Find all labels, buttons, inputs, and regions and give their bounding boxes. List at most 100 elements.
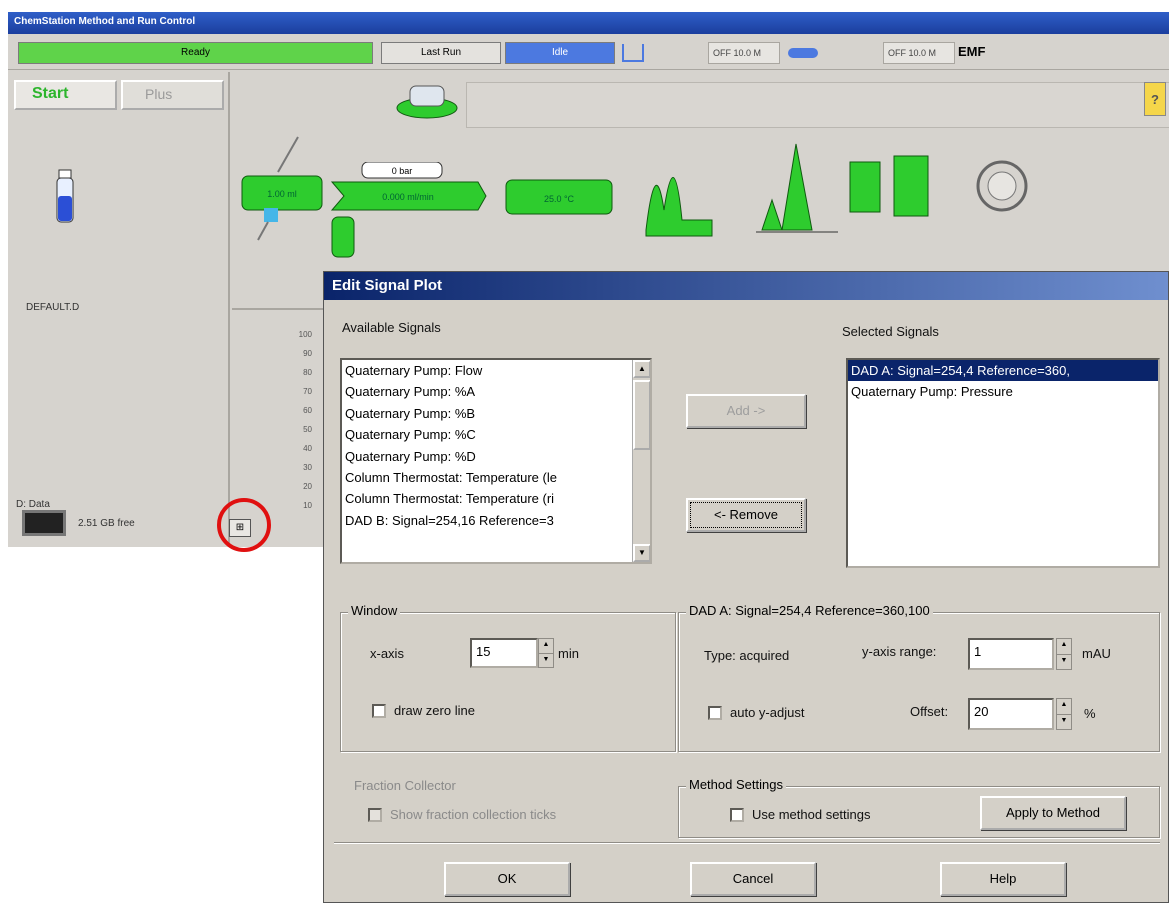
- plot-tick: 80: [303, 368, 312, 377]
- glp-icon[interactable]: [974, 158, 1030, 214]
- spin-down-icon[interactable]: ▼: [539, 654, 553, 668]
- list-item[interactable]: Column Thermostat: Temperature (le: [342, 467, 650, 488]
- offset-input[interactable]: 20: [968, 698, 1054, 730]
- spin-up-icon[interactable]: ▲: [1057, 699, 1071, 715]
- list-item[interactable]: Quaternary Pump: Pressure: [848, 381, 1158, 402]
- spin-up-icon[interactable]: ▲: [1057, 639, 1071, 655]
- dialog-separator: [334, 842, 1160, 844]
- list-item[interactable]: Quaternary Pump: %A: [342, 381, 650, 402]
- run-status: Idle: [505, 42, 615, 64]
- plot-tick: 60: [303, 406, 312, 415]
- last-run-button[interactable]: Last Run: [381, 42, 501, 64]
- type-label: Type: acquired: [704, 648, 790, 663]
- tab-plus[interactable]: Plus: [121, 80, 224, 110]
- scroll-up-icon[interactable]: ▲: [633, 360, 650, 378]
- fraction-ticks-checkbox[interactable]: [368, 808, 382, 822]
- spin-up-icon[interactable]: ▲: [539, 639, 553, 654]
- ready-status: Ready: [18, 42, 373, 64]
- plot-y-axis: 100 90 80 70 60 50 40 30 20 10: [282, 330, 312, 520]
- disk-free-text: 2.51 GB free: [78, 518, 135, 529]
- use-method-checkbox[interactable]: [730, 808, 744, 822]
- detector-icon[interactable]: [642, 150, 742, 250]
- highlight-circle: [217, 498, 271, 552]
- left-panel: Start Plus DEFAULT.D D: Data 2.51 GB fre…: [8, 72, 230, 547]
- pump-icon[interactable]: 1.00 ml: [238, 132, 328, 242]
- column-icon[interactable]: 25.0 °C: [502, 172, 622, 232]
- list-item-selected[interactable]: DAD A: Signal=254,4 Reference=360,: [848, 360, 1158, 382]
- available-signals-list[interactable]: Quaternary Pump: Flow Quaternary Pump: %…: [340, 358, 652, 564]
- spin-down-icon[interactable]: ▼: [1057, 715, 1071, 730]
- module-a-status: OFF 10.0 M: [708, 42, 780, 64]
- draw-zero-line-label: draw zero line: [394, 703, 475, 718]
- sampler-status-box: [466, 82, 1169, 128]
- status-bar: Ready Last Run Idle OFF 10.0 M OFF 10.0 …: [8, 38, 1169, 70]
- scroll-down-icon[interactable]: ▼: [633, 544, 650, 562]
- available-scrollbar[interactable]: ▲ ▼: [632, 360, 650, 562]
- degasser-pump-icon[interactable]: 0 bar 0.000 ml/min: [328, 162, 488, 272]
- list-item[interactable]: Column Thermostat: Temperature (ri: [342, 488, 650, 509]
- scroll-thumb[interactable]: [633, 380, 650, 450]
- signal-settings-title: DAD A: Signal=254,4 Reference=360,100: [686, 603, 933, 618]
- available-signals-label: Available Signals: [342, 320, 441, 335]
- system-diagram: 1.00 ml 0 bar 0.000 ml/min 25.0 °C ?: [232, 72, 1169, 304]
- selected-signals-label: Selected Signals: [842, 324, 939, 339]
- svg-text:0.000 ml/min: 0.000 ml/min: [382, 192, 434, 202]
- xaxis-label: x-axis: [370, 646, 404, 661]
- svg-text:0 bar: 0 bar: [392, 166, 413, 176]
- list-item[interactable]: DAD B: Signal=254,16 Reference=3: [342, 510, 650, 531]
- disk-label: D: Data: [16, 499, 50, 510]
- app-title-bar: ChemStation Method and Run Control: [8, 12, 1169, 34]
- module-b-status: OFF 10.0 M: [883, 42, 955, 64]
- apply-to-method-button[interactable]: Apply to Method: [980, 796, 1126, 830]
- vial-icon: [56, 169, 74, 223]
- tab-start[interactable]: Start: [14, 80, 117, 110]
- auto-y-adjust-label: auto y-adjust: [730, 705, 805, 720]
- svg-text:1.00 ml: 1.00 ml: [267, 189, 297, 199]
- plot-tick: 10: [303, 501, 312, 510]
- disk-icon: [22, 510, 66, 536]
- spin-down-icon[interactable]: ▼: [1057, 655, 1071, 670]
- plot-tick: 40: [303, 444, 312, 453]
- list-item[interactable]: Quaternary Pump: Flow: [342, 360, 650, 381]
- yaxis-unit: mAU: [1082, 646, 1111, 661]
- edit-signal-plot-dialog: Edit Signal Plot Available Signals Selec…: [323, 271, 1169, 903]
- list-item[interactable]: Quaternary Pump: %B: [342, 403, 650, 424]
- help-icon[interactable]: ?: [1144, 82, 1166, 116]
- offset-spinner[interactable]: ▲ ▼: [1056, 698, 1072, 730]
- sampler-icon[interactable]: [392, 78, 462, 122]
- ok-button[interactable]: OK: [444, 862, 570, 896]
- emf-icon[interactable]: EMF: [958, 44, 985, 59]
- report-icon[interactable]: [846, 152, 936, 222]
- window-group-title: Window: [348, 603, 401, 618]
- add-button[interactable]: Add ->: [686, 394, 806, 428]
- fraction-collector-label: Fraction Collector: [354, 778, 456, 793]
- selected-signals-list[interactable]: DAD A: Signal=254,4 Reference=360, Quate…: [846, 358, 1160, 568]
- analysis-icon[interactable]: [752, 140, 842, 250]
- yaxis-range-spinner[interactable]: ▲ ▼: [1056, 638, 1072, 670]
- xaxis-input[interactable]: 15: [470, 638, 538, 668]
- list-item[interactable]: Quaternary Pump: %C: [342, 424, 650, 445]
- pump-status-icon: [622, 44, 644, 62]
- plot-tick: 70: [303, 387, 312, 396]
- plot-tick: 30: [303, 463, 312, 472]
- fraction-ticks-label: Show fraction collection ticks: [390, 807, 557, 822]
- remove-button[interactable]: <- Remove: [686, 498, 806, 532]
- plot-tick: 100: [298, 330, 312, 339]
- plot-tick: 90: [303, 349, 312, 358]
- dialog-title: Edit Signal Plot: [324, 272, 1168, 300]
- auto-y-adjust-checkbox[interactable]: [708, 706, 722, 720]
- draw-zero-line-checkbox[interactable]: [372, 704, 386, 718]
- column-status-icon: [788, 48, 818, 58]
- plot-tick: 20: [303, 482, 312, 491]
- xaxis-unit: min: [558, 646, 579, 661]
- xaxis-spinner[interactable]: ▲ ▼: [538, 638, 554, 668]
- default-method-label: DEFAULT.D: [26, 302, 80, 313]
- offset-unit: %: [1084, 706, 1096, 721]
- cancel-button[interactable]: Cancel: [690, 862, 816, 896]
- method-settings-title: Method Settings: [686, 777, 786, 792]
- list-item[interactable]: Quaternary Pump: %D: [342, 446, 650, 467]
- yaxis-range-input[interactable]: 1: [968, 638, 1054, 670]
- window-group: [340, 612, 676, 752]
- help-button[interactable]: Help: [940, 862, 1066, 896]
- svg-text:25.0 °C: 25.0 °C: [544, 194, 575, 204]
